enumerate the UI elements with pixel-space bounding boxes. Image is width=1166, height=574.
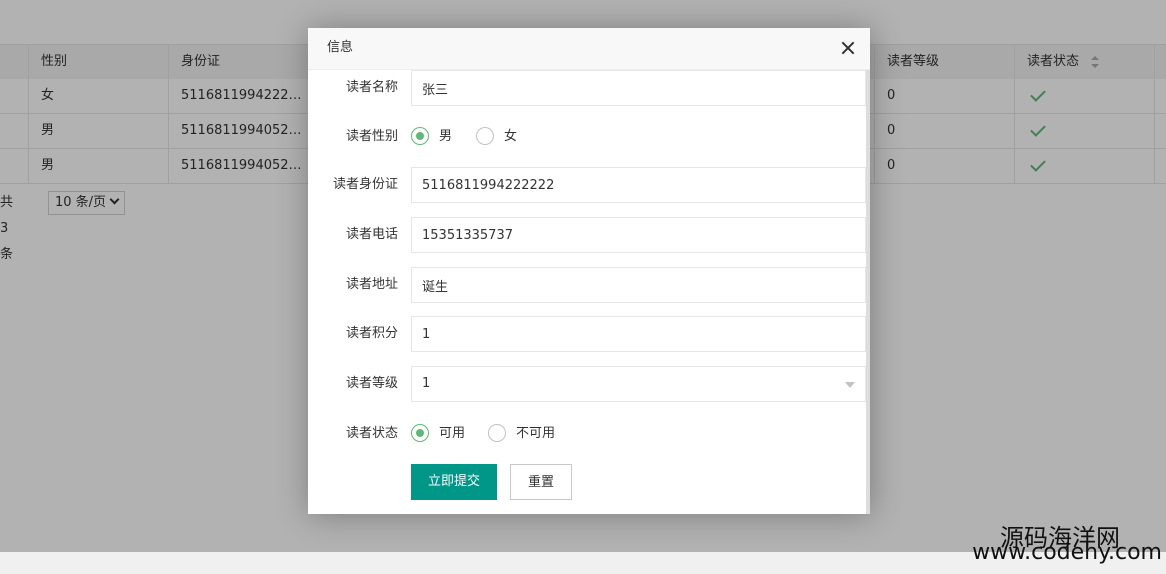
id-card-input[interactable] xyxy=(411,167,866,203)
dialog-scrollbar[interactable] xyxy=(866,70,870,514)
form-row-id-card: 读者身份证 xyxy=(308,167,866,203)
level-select-value: 1 xyxy=(422,376,431,391)
form-actions: 立即提交 重置 xyxy=(308,464,866,500)
phone-input[interactable] xyxy=(411,217,866,253)
field-label-phone: 读者电话 xyxy=(345,227,398,242)
form-row-phone: 读者电话 xyxy=(308,217,866,253)
radio-checked-icon xyxy=(411,127,429,145)
radio-unchecked-icon xyxy=(488,424,506,442)
radio-label: 不可用 xyxy=(516,426,556,441)
dialog-title: 信息 xyxy=(327,40,354,55)
field-label-gender: 读者性别 xyxy=(345,129,398,144)
form-row-gender: 读者性别 男 女 xyxy=(308,119,866,155)
radio-checked-icon xyxy=(411,424,429,442)
reader-name-input[interactable] xyxy=(411,70,866,106)
points-input[interactable] xyxy=(411,316,866,352)
level-select[interactable]: 1 xyxy=(411,366,866,402)
radio-unchecked-icon xyxy=(476,127,494,145)
field-label-status: 读者状态 xyxy=(345,426,398,441)
field-label-name: 读者名称 xyxy=(345,80,398,95)
field-label-points: 读者积分 xyxy=(345,326,398,341)
radio-label: 男 xyxy=(439,129,453,144)
dialog-header: 信息 xyxy=(308,28,870,70)
radio-label: 女 xyxy=(504,129,518,144)
reset-button[interactable]: 重置 xyxy=(510,464,572,500)
field-label-level: 读者等级 xyxy=(345,376,398,391)
form-row-name: 读者名称 xyxy=(308,70,866,106)
radio-label: 可用 xyxy=(439,426,466,441)
form-row-points: 读者积分 xyxy=(308,316,866,352)
close-icon[interactable] xyxy=(840,40,856,56)
field-label-id-card: 读者身份证 xyxy=(332,177,398,192)
form-row-level: 读者等级 1 xyxy=(308,366,866,402)
reader-info-dialog: 信息 读者名称 读者性别 男 女 读者身份证 读者电话 读者地址 读者积分 读者… xyxy=(308,28,870,514)
caret-down-icon xyxy=(845,382,855,388)
watermark-url: www.codehy.com xyxy=(972,540,1162,565)
field-label-address: 读者地址 xyxy=(345,277,398,292)
submit-button[interactable]: 立即提交 xyxy=(411,464,497,500)
form-row-address: 读者地址 xyxy=(308,267,866,303)
address-input[interactable] xyxy=(411,267,866,303)
form-row-status: 读者状态 可用 不可用 xyxy=(308,416,866,452)
